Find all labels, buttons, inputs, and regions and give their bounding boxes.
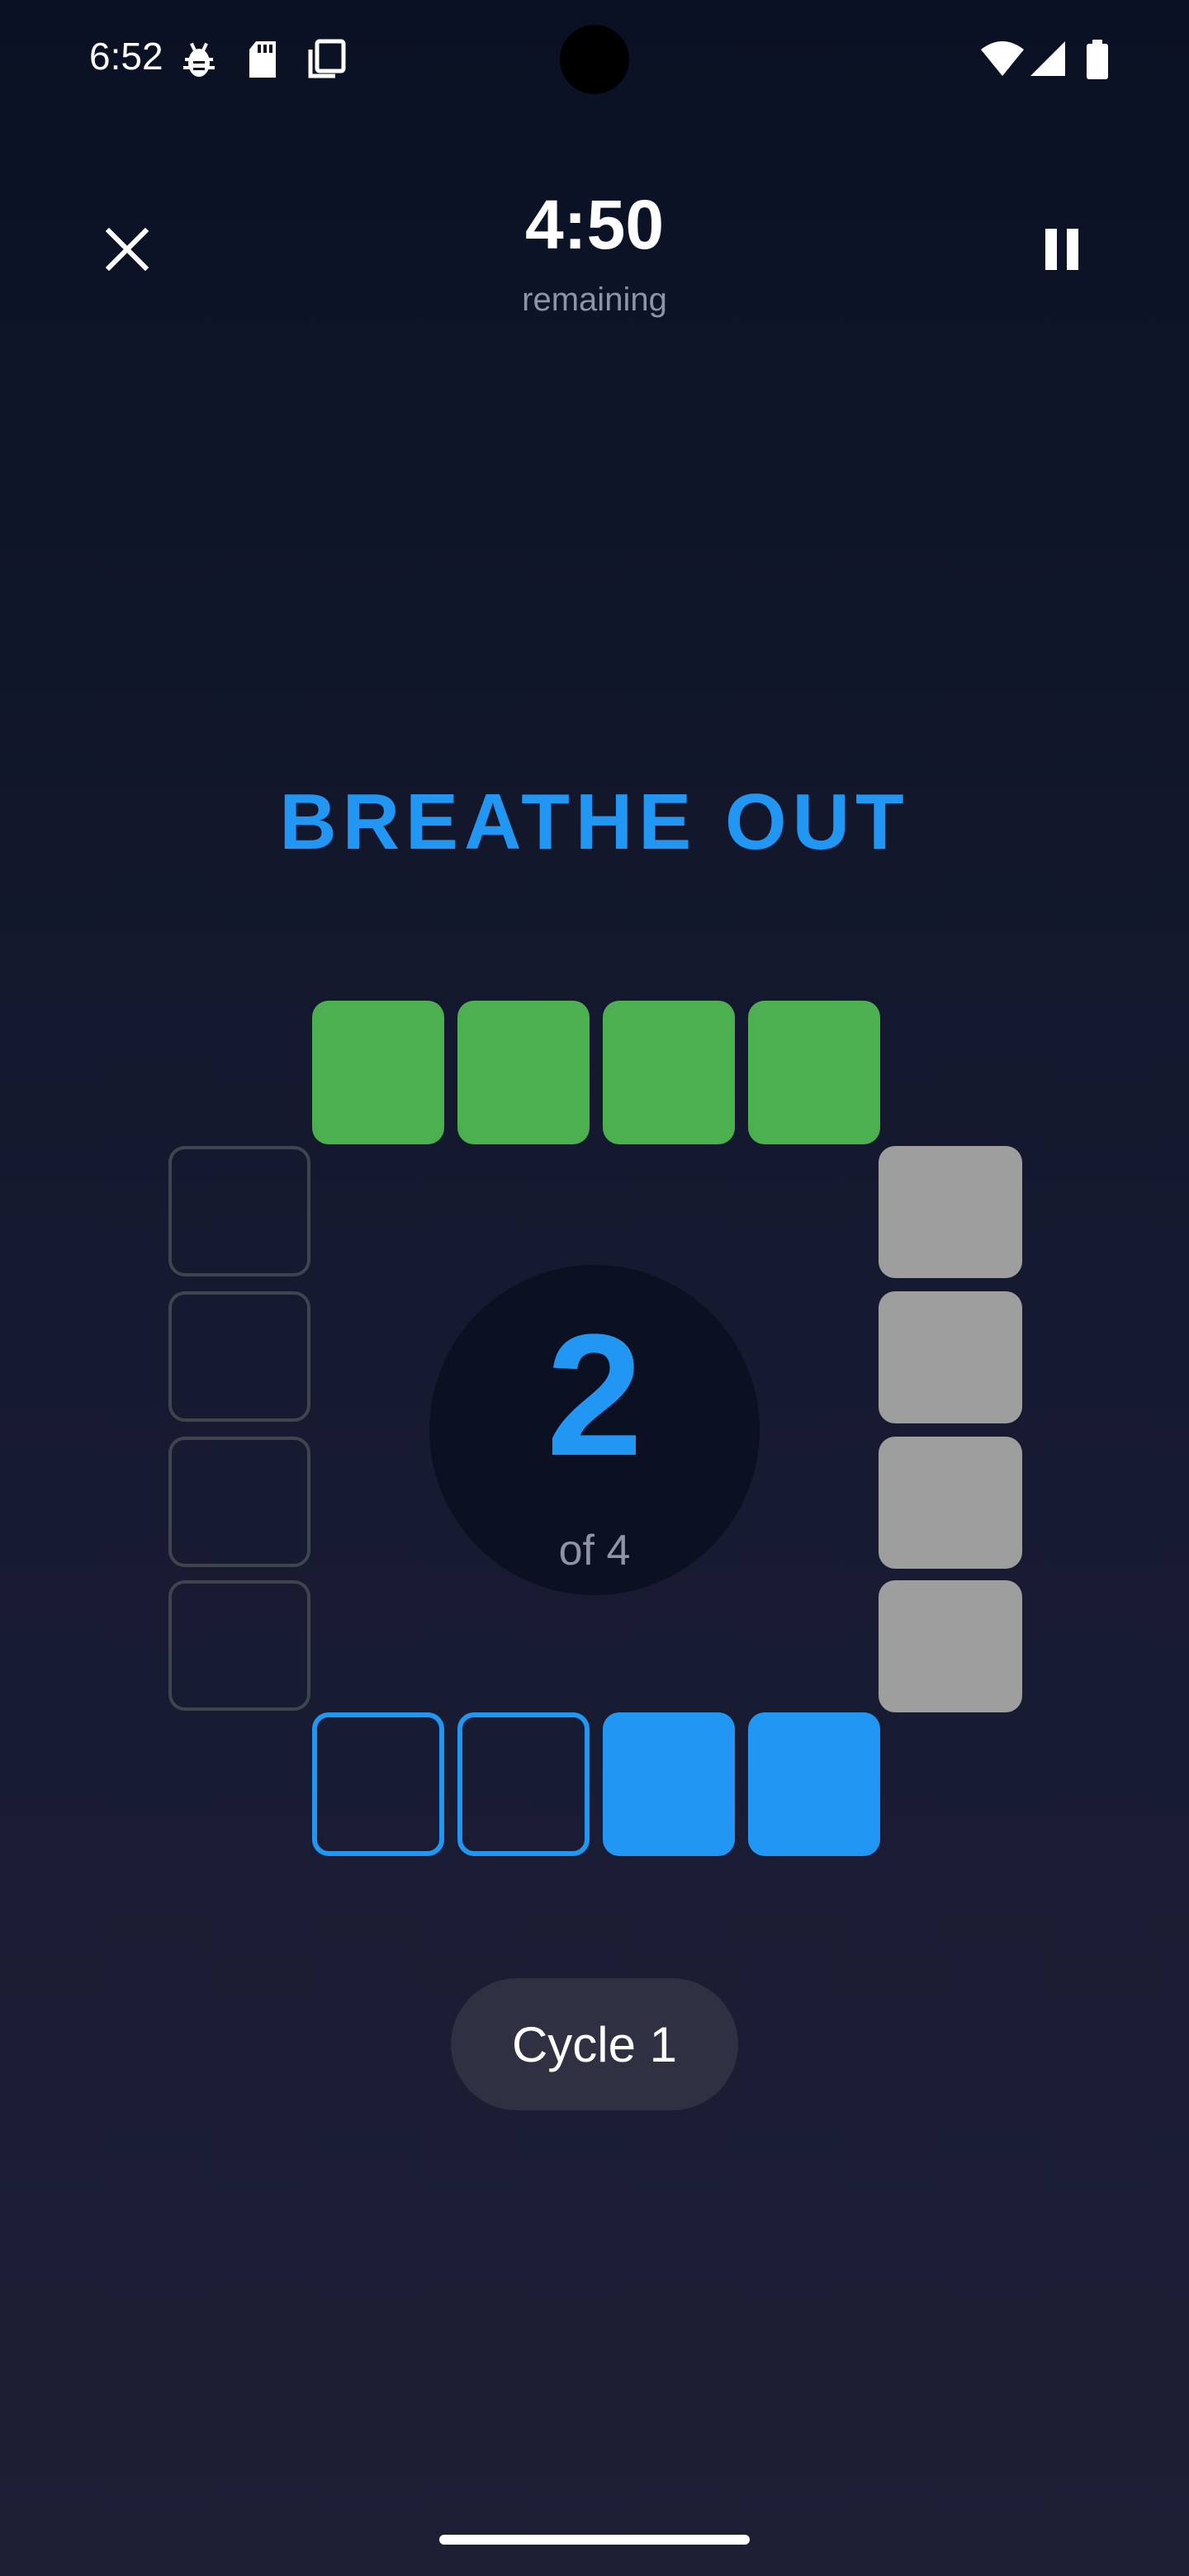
timer-caption: remaining (522, 282, 667, 318)
top-square (457, 1001, 590, 1144)
camera-cutout (560, 25, 629, 94)
bottom-square (748, 1712, 880, 1856)
wifi-icon (981, 41, 1024, 76)
top-square (312, 1001, 444, 1144)
top-square (603, 1001, 735, 1144)
signal-icon (1030, 41, 1065, 76)
left-square (168, 1146, 310, 1276)
bottom-square (457, 1712, 590, 1856)
right-square (879, 1580, 1022, 1712)
bug-icon (183, 42, 215, 77)
right-square (879, 1291, 1022, 1423)
left-square (168, 1580, 310, 1711)
battery-icon (1087, 40, 1108, 79)
home-indicator[interactable] (439, 2535, 750, 2545)
left-square (168, 1291, 310, 1422)
count-total: of 4 (558, 1527, 631, 1574)
cycle-label: Cycle 1 (511, 2016, 678, 2072)
pause-icon (1045, 229, 1078, 270)
top-square (748, 1001, 880, 1144)
sd-card-icon (249, 41, 276, 78)
phase-label: BREATHE OUT (279, 778, 910, 866)
right-square (879, 1146, 1022, 1278)
left-square (168, 1437, 310, 1567)
pause-button[interactable] (1021, 208, 1103, 291)
bottom-square (312, 1712, 444, 1856)
right-square (879, 1437, 1022, 1569)
count-value: 2 (546, 1298, 643, 1492)
timer-remaining: 4:50 (524, 186, 665, 263)
status-time: 6:52 (89, 35, 163, 78)
bottom-square (603, 1712, 735, 1856)
cycle-chip: Cycle 1 (451, 1978, 738, 2110)
copy-icon (308, 39, 346, 78)
